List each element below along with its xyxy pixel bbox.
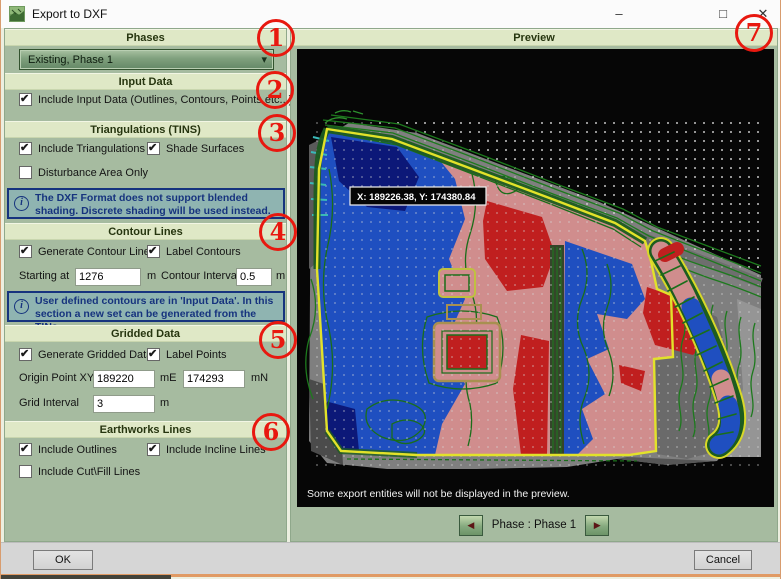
title-bar: Export to DXF – □ ✕ (1, 0, 780, 28)
generate-gridded-data-label: Generate Gridded Data (38, 349, 152, 361)
app-icon (9, 6, 25, 22)
phases-dropdown[interactable]: Existing, Phase 1 ▾ (19, 49, 274, 70)
shade-surfaces-checkbox[interactable]: ✔ Shade Surfaces (147, 142, 244, 155)
include-outlines-label: Include Outlines (38, 444, 117, 456)
include-incline-lines-checkbox[interactable]: ✔ Include Incline Lines (147, 443, 266, 456)
include-incline-lines-label: Include Incline Lines (166, 444, 266, 456)
check-icon: ✔ (20, 442, 29, 455)
shade-surfaces-label: Shade Surfaces (166, 143, 244, 155)
phases-dropdown-value: Existing, Phase 1 (28, 54, 113, 66)
annotation-circle-2: 2 (256, 71, 294, 109)
origin-point-label: Origin Point XY (19, 372, 94, 384)
annotation-circle-3: 3 (258, 114, 296, 152)
map-cursor-tooltip: X: 189226.38, Y: 174380.84 (350, 187, 486, 205)
gridded-data-header: Gridded Data (5, 325, 286, 342)
check-icon: ✔ (148, 442, 157, 455)
check-icon: ✔ (20, 244, 29, 257)
minimize-icon[interactable]: – (599, 0, 639, 28)
triangulations-header: Triangulations (TINS) (5, 121, 286, 138)
contour-interval-input[interactable] (236, 268, 272, 286)
phase-label: Phase : Phase 1 (492, 519, 576, 531)
annotation-circle-6: 6 (252, 413, 290, 451)
cancel-button[interactable]: Cancel (694, 550, 752, 570)
grid-interval-input[interactable] (93, 395, 155, 413)
label-contours-checkbox[interactable]: ✔ Label Contours (147, 245, 241, 258)
phases-header: Phases (5, 29, 286, 46)
annotation-circle-5: 5 (259, 321, 297, 359)
annotation-circle-4: 4 (259, 213, 297, 251)
preview-canvas[interactable]: X: 189226.38, Y: 174380.84 Some export e… (297, 49, 774, 507)
origin-north-unit: mN (251, 372, 268, 384)
check-icon: ✔ (20, 92, 29, 105)
settings-panel: Phases Existing, Phase 1 ▾ Input Data ✔ … (4, 28, 287, 542)
starting-at-input[interactable] (75, 268, 141, 286)
dialog-content: Phases Existing, Phase 1 ▾ Input Data ✔ … (1, 28, 781, 542)
ok-button[interactable]: OK (33, 550, 93, 570)
label-points-checkbox[interactable]: ✔ Label Points (147, 348, 227, 361)
phase-prev-button[interactable]: ◀ (459, 515, 483, 536)
grid-interval-unit: m (160, 397, 169, 409)
footer-bar: OK Cancel (1, 542, 781, 574)
include-cutfill-lines-label: Include Cut\Fill Lines (38, 466, 140, 478)
label-points-label: Label Points (166, 349, 227, 361)
preview-notice: Some export entities will not be display… (307, 488, 570, 500)
origin-east-unit: mE (160, 372, 177, 384)
preview-panel: Preview (290, 28, 778, 542)
phase-navigator: ◀ Phase : Phase 1 ▶ (291, 507, 777, 543)
earthworks-header: Earthworks Lines (5, 421, 286, 438)
label-contours-label: Label Contours (166, 246, 241, 258)
include-input-data-checkbox[interactable]: ✔ Include Input Data (Outlines, Contours… (19, 93, 292, 106)
arrow-right-icon: ▶ (594, 520, 601, 530)
contour-interval-label: Contour Interval (161, 270, 239, 282)
check-icon: ✔ (20, 347, 29, 360)
include-outlines-checkbox[interactable]: ✔ Include Outlines (19, 443, 117, 456)
starting-at-label: Starting at (19, 270, 69, 282)
info-icon: i (14, 196, 29, 211)
check-icon: ✔ (148, 244, 157, 257)
info-icon: i (14, 299, 29, 314)
background-artifact (1, 575, 171, 579)
annotation-circle-1: 1 (257, 19, 295, 57)
disturbance-area-checkbox[interactable]: ✔ Disturbance Area Only (19, 166, 148, 179)
preview-map: X: 189226.38, Y: 174380.84 Some export e… (297, 49, 774, 507)
generate-gridded-data-checkbox[interactable]: ✔ Generate Gridded Data (19, 348, 152, 361)
svg-text:X: 189226.38, Y: 174380.84: X: 189226.38, Y: 174380.84 (357, 192, 476, 203)
disturbance-area-label: Disturbance Area Only (38, 167, 148, 179)
contour-lines-header: Contour Lines (5, 223, 286, 240)
check-icon: ✔ (148, 141, 157, 154)
grid-interval-label: Grid Interval (19, 397, 79, 409)
include-triangulations-label: Include Triangulations (38, 143, 145, 155)
include-cutfill-lines-checkbox[interactable]: ✔ Include Cut\Fill Lines (19, 465, 140, 478)
check-icon: ✔ (148, 347, 157, 360)
input-data-header: Input Data (5, 73, 286, 90)
include-triangulations-checkbox[interactable]: ✔ Include Triangulations (19, 142, 145, 155)
arrow-left-icon: ◀ (467, 520, 474, 530)
window-title: Export to DXF (32, 7, 107, 21)
annotation-circle-7: 7 (735, 14, 773, 52)
starting-at-unit: m (147, 270, 156, 282)
export-to-dxf-dialog: Export to DXF – □ ✕ Phases Existing, Pha… (0, 0, 781, 579)
shading-info-box: i The DXF Format does not support blende… (7, 188, 285, 219)
phase-next-button[interactable]: ▶ (585, 515, 609, 536)
contour-interval-unit: m (276, 270, 285, 282)
include-input-data-label: Include Input Data (Outlines, Contours, … (38, 94, 292, 106)
shading-info-text: The DXF Format does not support blended … (35, 192, 271, 217)
contours-info-box: i User defined contours are in 'Input Da… (7, 291, 285, 322)
check-icon: ✔ (20, 141, 29, 154)
generate-contour-lines-label: Generate Contour Lines (38, 246, 155, 258)
origin-north-input[interactable] (183, 370, 245, 388)
generate-contour-lines-checkbox[interactable]: ✔ Generate Contour Lines (19, 245, 155, 258)
origin-east-input[interactable] (93, 370, 155, 388)
preview-header: Preview (291, 29, 777, 46)
